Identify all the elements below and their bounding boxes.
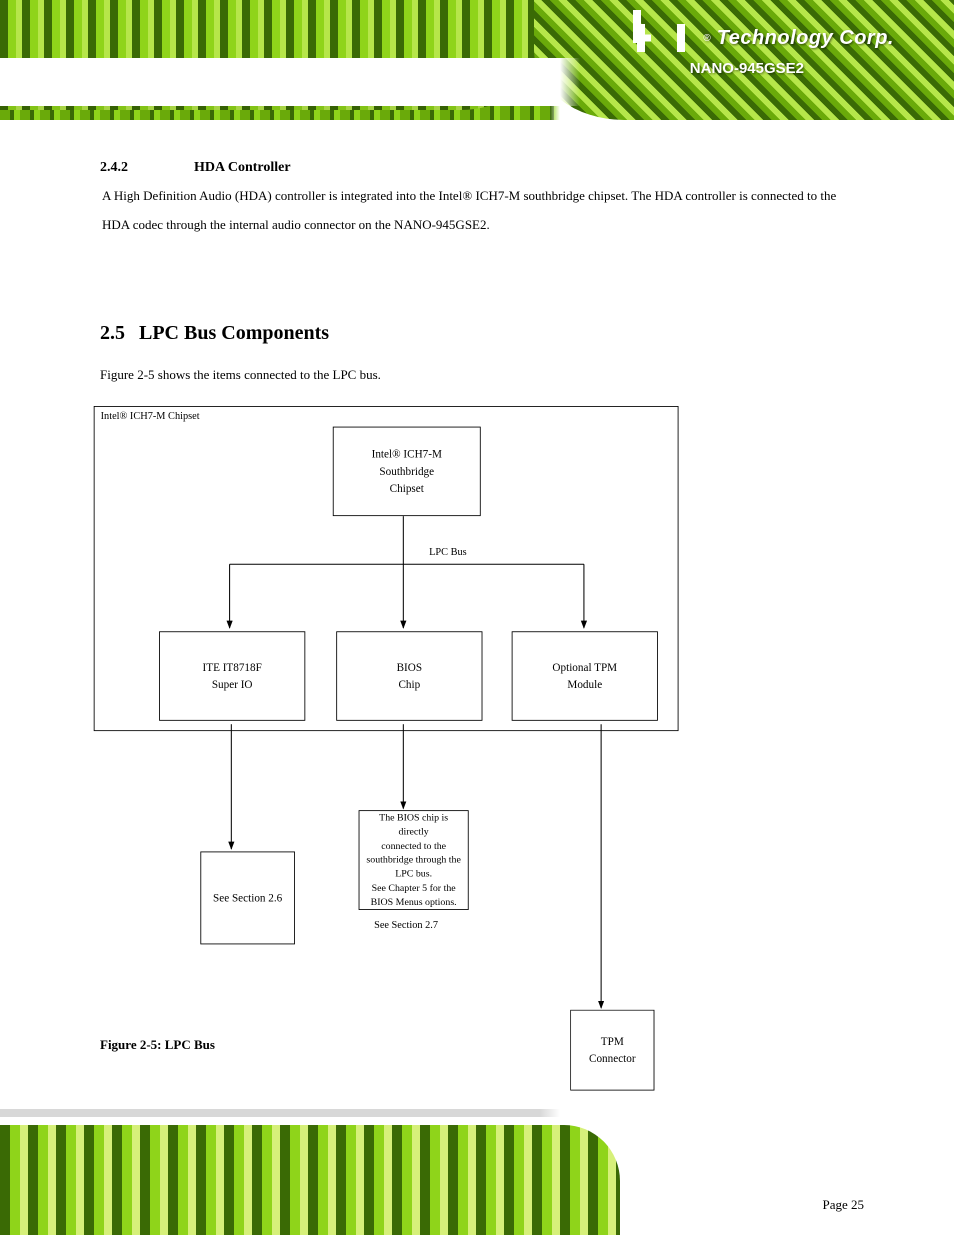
page-number: Page 25 bbox=[822, 1197, 864, 1213]
bios-text3: southbridge through the bbox=[366, 853, 460, 867]
logo-mark-icon bbox=[633, 18, 695, 58]
bus-label: LPC Bus bbox=[429, 545, 467, 558]
superio-l2: Super IO bbox=[212, 676, 253, 693]
section-heading: 2.4.2 HDA Controller bbox=[100, 160, 854, 176]
tpm-box: Optional TPM Module bbox=[512, 631, 658, 720]
section-body: A High Definition Audio (HDA) controller… bbox=[100, 182, 854, 239]
section25-number: 2.5 bbox=[100, 322, 125, 345]
product-name: NANO-945GSE2 bbox=[690, 60, 804, 77]
lpc-diagram: Intel® ICH7-M Chipset Intel® ICH7-M Sout… bbox=[92, 406, 728, 1025]
superio-box: ITE IT8718F Super IO bbox=[159, 631, 305, 720]
section-number: 2.4.2 bbox=[100, 160, 166, 176]
section25-body: Figure 2-5 shows the items connected to … bbox=[100, 361, 854, 390]
ich7m-l1: Intel® ICH7-M bbox=[372, 445, 442, 462]
figure-caption: Figure 2-5: LPC Bus bbox=[100, 1037, 215, 1053]
bios-text5: See Chapter 5 for the bbox=[372, 881, 456, 895]
bios-l2: Chip bbox=[398, 676, 420, 693]
ich7m-group-label: Intel® ICH7-M Chipset bbox=[101, 409, 200, 422]
bios-notes-box: The BIOS chip is directly connected to t… bbox=[359, 810, 469, 910]
superio-l1: ITE IT8718F bbox=[203, 659, 262, 676]
bios-text4: LPC bus. bbox=[395, 867, 432, 881]
section-title-text: HDA Controller bbox=[194, 160, 291, 176]
ich7m-l2: Southbridge bbox=[379, 463, 434, 480]
section26-text: See Section 2.6 bbox=[213, 889, 282, 906]
bios-text1: The BIOS chip is directly bbox=[365, 811, 463, 839]
tpm-out-l1: TPM bbox=[601, 1033, 624, 1050]
bios-text6: BIOS Menus options. bbox=[371, 895, 457, 909]
page-content: 2.4.2 HDA Controller A High Definition A… bbox=[100, 160, 854, 239]
footer-decor bbox=[0, 1105, 954, 1235]
bios-box: BIOS Chip bbox=[336, 631, 482, 720]
bios-text2: connected to the bbox=[381, 839, 446, 853]
brand-logo: ® Technology Corp. bbox=[633, 18, 894, 58]
tpm-l1: Optional TPM bbox=[552, 659, 617, 676]
registered-symbol: ® bbox=[703, 33, 710, 44]
tpm-out-l2: Connector bbox=[589, 1050, 636, 1067]
section-2-5: 2.5 LPC Bus Components Figure 2-5 shows … bbox=[100, 322, 854, 390]
tpm-connector-box: TPM Connector bbox=[570, 1010, 654, 1091]
section26-box: See Section 2.6 bbox=[200, 851, 295, 944]
ich7m-l3: Chipset bbox=[390, 480, 424, 497]
section25-title: LPC Bus Components bbox=[139, 322, 329, 345]
tpm-l2: Module bbox=[567, 676, 602, 693]
bios-l1: BIOS bbox=[397, 659, 422, 676]
brand-name: Technology Corp. bbox=[717, 27, 894, 50]
section27-label: See Section 2.7 bbox=[374, 919, 438, 932]
ich7m-box: Intel® ICH7-M Southbridge Chipset bbox=[333, 427, 481, 516]
